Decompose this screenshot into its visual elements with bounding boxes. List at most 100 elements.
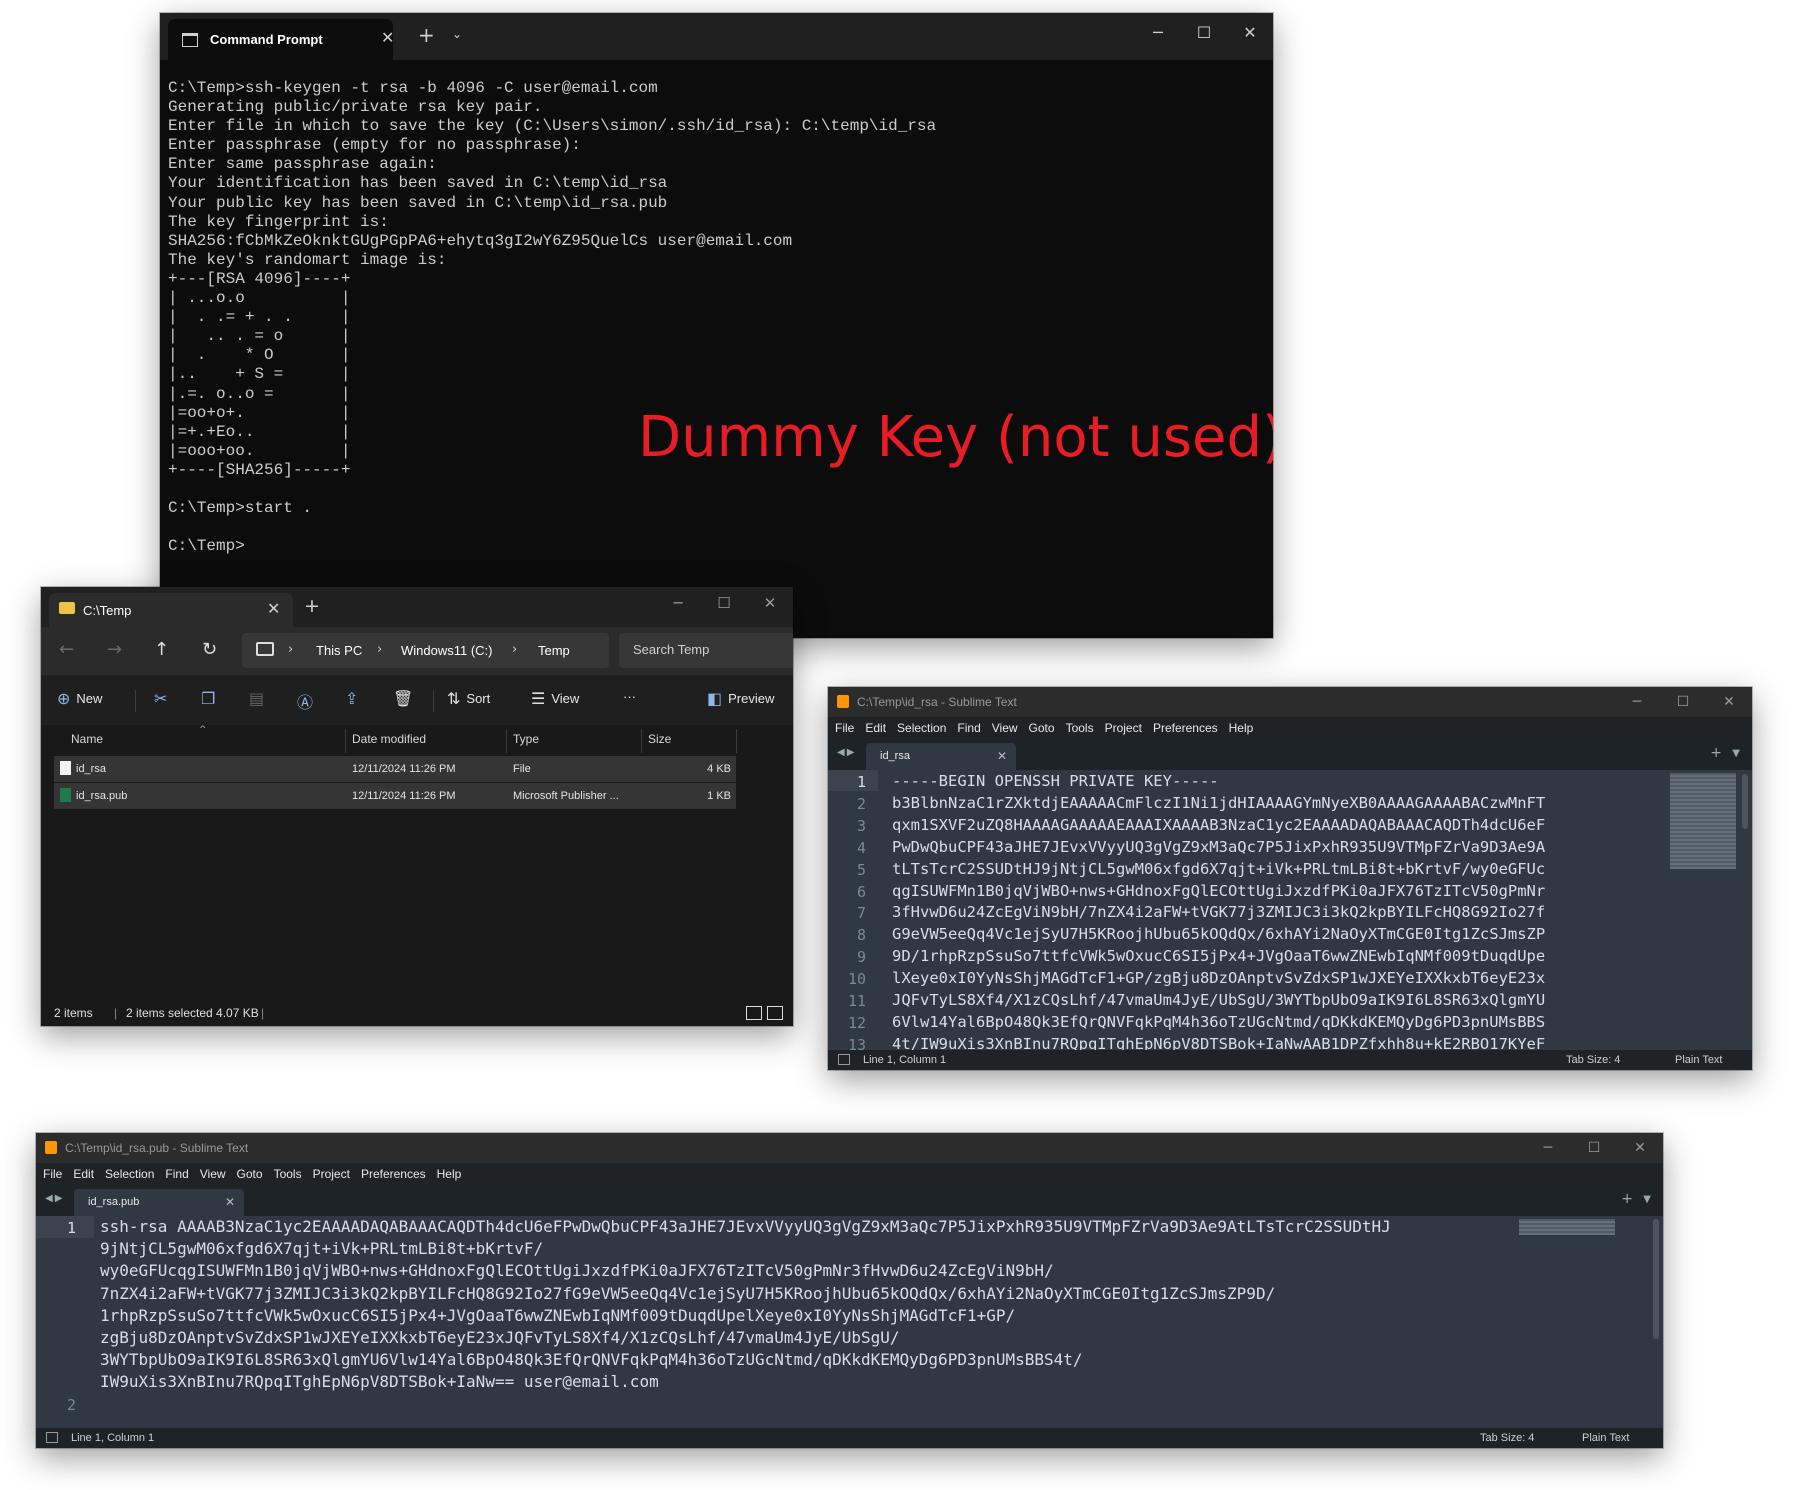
file-row[interactable]: id_rsa.pub 12/11/2024 11:26 PM Microsoft… (54, 783, 736, 809)
share-button[interactable]: ⇪ (345, 689, 358, 708)
chevron-down-icon[interactable]: ⌄ (452, 27, 462, 41)
terminal-tab[interactable]: Command Prompt ✕ (168, 19, 394, 60)
minimize-button[interactable]: ─ (1614, 687, 1660, 717)
breadcrumb-this-pc[interactable]: This PC (316, 643, 362, 658)
column-size[interactable]: Size (648, 732, 671, 746)
new-tab-button[interactable]: + (304, 595, 320, 617)
editor-area[interactable]: 1 -----BEGIN OPENSSH PRIVATE KEY----- 2 b3B… (828, 770, 1752, 1050)
details-view-icon[interactable] (746, 1006, 762, 1020)
syntax-mode[interactable]: Plain Text (1675, 1054, 1723, 1066)
close-button[interactable]: ✕ (747, 587, 793, 619)
terminal-output[interactable]: C:\Temp>ssh-keygen -t rsa -b 4096 -C use… (168, 79, 936, 556)
menu-tools[interactable]: Tools (274, 1163, 302, 1185)
forward-arrow-icon[interactable]: → (107, 639, 122, 660)
menu-project[interactable]: Project (1105, 717, 1142, 739)
menu-selection[interactable]: Selection (105, 1163, 154, 1185)
code-line[interactable]: G9eVW5eeQq4Vc1ejSyU7H5KRoojhUbu65kOQdQx/… (892, 925, 1545, 943)
menu-edit[interactable]: Edit (73, 1163, 94, 1185)
menu-view[interactable]: View (200, 1163, 226, 1185)
command-prompt-window[interactable]: Command Prompt ✕ + ⌄ ─ ☐ ✕ C:\Temp>ssh-k… (160, 13, 1273, 638)
more-options-button[interactable]: ··· (623, 689, 636, 704)
code-line[interactable]: lXeye0xI0YyNsShjMAGdTcF1+GP/zgBju8DzOAnp… (892, 969, 1545, 987)
code-line[interactable]: 9jNtjCL5gwM06xfgd6X7qjt+iVk+PRLtmLBi8t+b… (100, 1239, 543, 1258)
close-button[interactable]: ✕ (1617, 1133, 1663, 1163)
search-input[interactable]: Search Temp (619, 633, 793, 668)
code-line[interactable]: 6Vlw14Yal6BpO48Qk3EfQrQNVFqkPqM4h36oTzUG… (892, 1013, 1545, 1031)
close-tab-icon[interactable]: ✕ (225, 1195, 235, 1209)
maximize-button[interactable]: ☐ (1181, 13, 1227, 53)
code-line[interactable]: b3BlbnNzaC1rZXktdjEAAAAACmFlczI1Ni1jdHIA… (892, 794, 1545, 812)
minimap[interactable] (1519, 1219, 1615, 1235)
code-line[interactable]: tLTsTcrC2SSUDtHJ9jNtjCL5gwM06xfgd6X7qjt+… (892, 860, 1545, 878)
menu-tools[interactable]: Tools (1066, 717, 1094, 739)
code-line[interactable]: 7nZX4i2aFW+tVGK77j3ZMIJC3i3kQ2kpBYILFcHQ… (100, 1284, 1275, 1303)
back-arrow-icon[interactable]: ← (59, 639, 74, 660)
editor-tab[interactable]: id_rsa ✕ (866, 743, 1016, 770)
preview-button[interactable]: ◧ Preview (707, 689, 774, 708)
up-arrow-icon[interactable]: ↑ (154, 639, 169, 660)
code-line[interactable]: IW9uXis3XnBInu7RQpqITghEpN6pV8DTSBok+IaN… (100, 1372, 659, 1391)
code-line[interactable]: PwDwQbuCPF43aJHE7JEvxVVyyUQ3gVgZ9xM3aQc7… (892, 838, 1545, 856)
menu-help[interactable]: Help (437, 1163, 462, 1185)
sublime-private-key-window[interactable]: C:\Temp\id_rsa - Sublime Text ─ ☐ ✕ File… (828, 687, 1752, 1070)
tab-dropdown-icon[interactable]: ▼ (1732, 748, 1740, 759)
code-line[interactable]: JQFvTyLS8Xf4/X1zCQsLhf/47vmaUm4JyE/UbSgU… (892, 991, 1545, 1009)
new-button[interactable]: ⊕ New (57, 689, 102, 708)
minimap[interactable] (1670, 773, 1736, 869)
close-tab-icon[interactable]: ✕ (267, 599, 280, 618)
editor-tab[interactable]: id_rsa.pub ✕ (74, 1189, 244, 1216)
new-tab-plus-icon[interactable]: + (1710, 745, 1722, 761)
menu-project[interactable]: Project (313, 1163, 350, 1185)
code-line[interactable]: zgBju8DzOAnptvSvZdxSP1wJXEYeIXXkxbT6eyE2… (100, 1328, 900, 1347)
maximize-button[interactable]: ☐ (1660, 687, 1706, 717)
tab-scroll-arrows-icon[interactable]: ◀▶ (837, 747, 856, 758)
syntax-mode[interactable]: Plain Text (1582, 1432, 1630, 1444)
menu-selection[interactable]: Selection (897, 717, 946, 739)
code-line[interactable]: -----BEGIN OPENSSH PRIVATE KEY----- (892, 772, 1219, 790)
panel-toggle-icon[interactable] (46, 1432, 58, 1443)
menu-file[interactable]: File (43, 1163, 62, 1185)
menu-file[interactable]: File (835, 717, 854, 739)
scrollbar[interactable] (1653, 1219, 1659, 1339)
code-line[interactable]: wy0eGFUcqgISUWFMn1B0jqVjWBO+nws+GHdnoxFg… (100, 1261, 1054, 1280)
menu-goto[interactable]: Goto (1029, 717, 1055, 739)
tiles-view-icon[interactable] (767, 1006, 783, 1020)
maximize-button[interactable]: ☐ (701, 587, 747, 619)
view-button[interactable]: ☰ View (531, 689, 579, 708)
code-line[interactable]: qgISUWFMn1B0jqVjWBO+nws+GHdnoxFgQlECOttU… (892, 882, 1545, 900)
tab-scroll-arrows-icon[interactable]: ◀▶ (45, 1193, 64, 1204)
new-tab-plus-icon[interactable]: + (1621, 1191, 1633, 1207)
tab-dropdown-icon[interactable]: ▼ (1643, 1194, 1651, 1205)
close-tab-icon[interactable]: ✕ (381, 28, 394, 47)
minimize-button[interactable]: ─ (1525, 1133, 1571, 1163)
column-type[interactable]: Type (513, 732, 539, 746)
close-tab-icon[interactable]: ✕ (997, 749, 1007, 763)
panel-toggle-icon[interactable] (838, 1054, 850, 1065)
refresh-icon[interactable]: ↻ (202, 639, 217, 660)
scrollbar[interactable] (1742, 774, 1748, 829)
code-line[interactable]: 4t/IW9uXis3XnBInu7RQpqITghEpN6pV8DTSBok+… (892, 1035, 1545, 1050)
close-button[interactable]: ✕ (1227, 13, 1273, 53)
breadcrumb-drive[interactable]: Windows11 (C:) (401, 643, 493, 658)
copy-button[interactable]: ❐ (201, 689, 215, 708)
sublime-public-key-window[interactable]: C:\Temp\id_rsa.pub - Sublime Text ─ ☐ ✕ … (36, 1133, 1663, 1448)
tab-size[interactable]: Tab Size: 4 (1480, 1432, 1534, 1444)
menu-view[interactable]: View (992, 717, 1018, 739)
menu-goto[interactable]: Goto (237, 1163, 263, 1185)
menu-preferences[interactable]: Preferences (361, 1163, 426, 1185)
delete-button[interactable]: 🗑 (393, 689, 413, 708)
tab-size[interactable]: Tab Size: 4 (1566, 1054, 1620, 1066)
new-tab-button[interactable]: + (418, 23, 435, 47)
explorer-tab[interactable]: C:\Temp ✕ (49, 593, 293, 627)
column-date-modified[interactable]: Date modified (352, 732, 426, 746)
minimize-button[interactable]: ─ (1135, 13, 1181, 53)
code-line[interactable]: 3WYTbpUbO9aIK9I6L8SR63xQlgmYU6Vlw14Yal6B… (100, 1350, 1083, 1369)
breadcrumb-temp[interactable]: Temp (538, 643, 570, 658)
code-line[interactable]: 1rhpRzpSsuSo7ttfcVWk5wOxucC6SI5jPx4+JVgO… (100, 1306, 1015, 1325)
code-line[interactable]: qxm1SXVF2uZQ8HAAAAGAAAAAEAAAIXAAAAB3NzaC… (892, 816, 1545, 834)
menu-find[interactable]: Find (957, 717, 980, 739)
sort-button[interactable]: ⇅ Sort (447, 689, 490, 708)
address-bar[interactable]: › This PC › Windows11 (C:) › Temp (242, 633, 609, 668)
file-explorer-window[interactable]: C:\Temp ✕ + ─ ☐ ✕ ← → ↑ ↻ › This PC › Wi… (41, 587, 793, 1026)
menu-preferences[interactable]: Preferences (1153, 717, 1218, 739)
